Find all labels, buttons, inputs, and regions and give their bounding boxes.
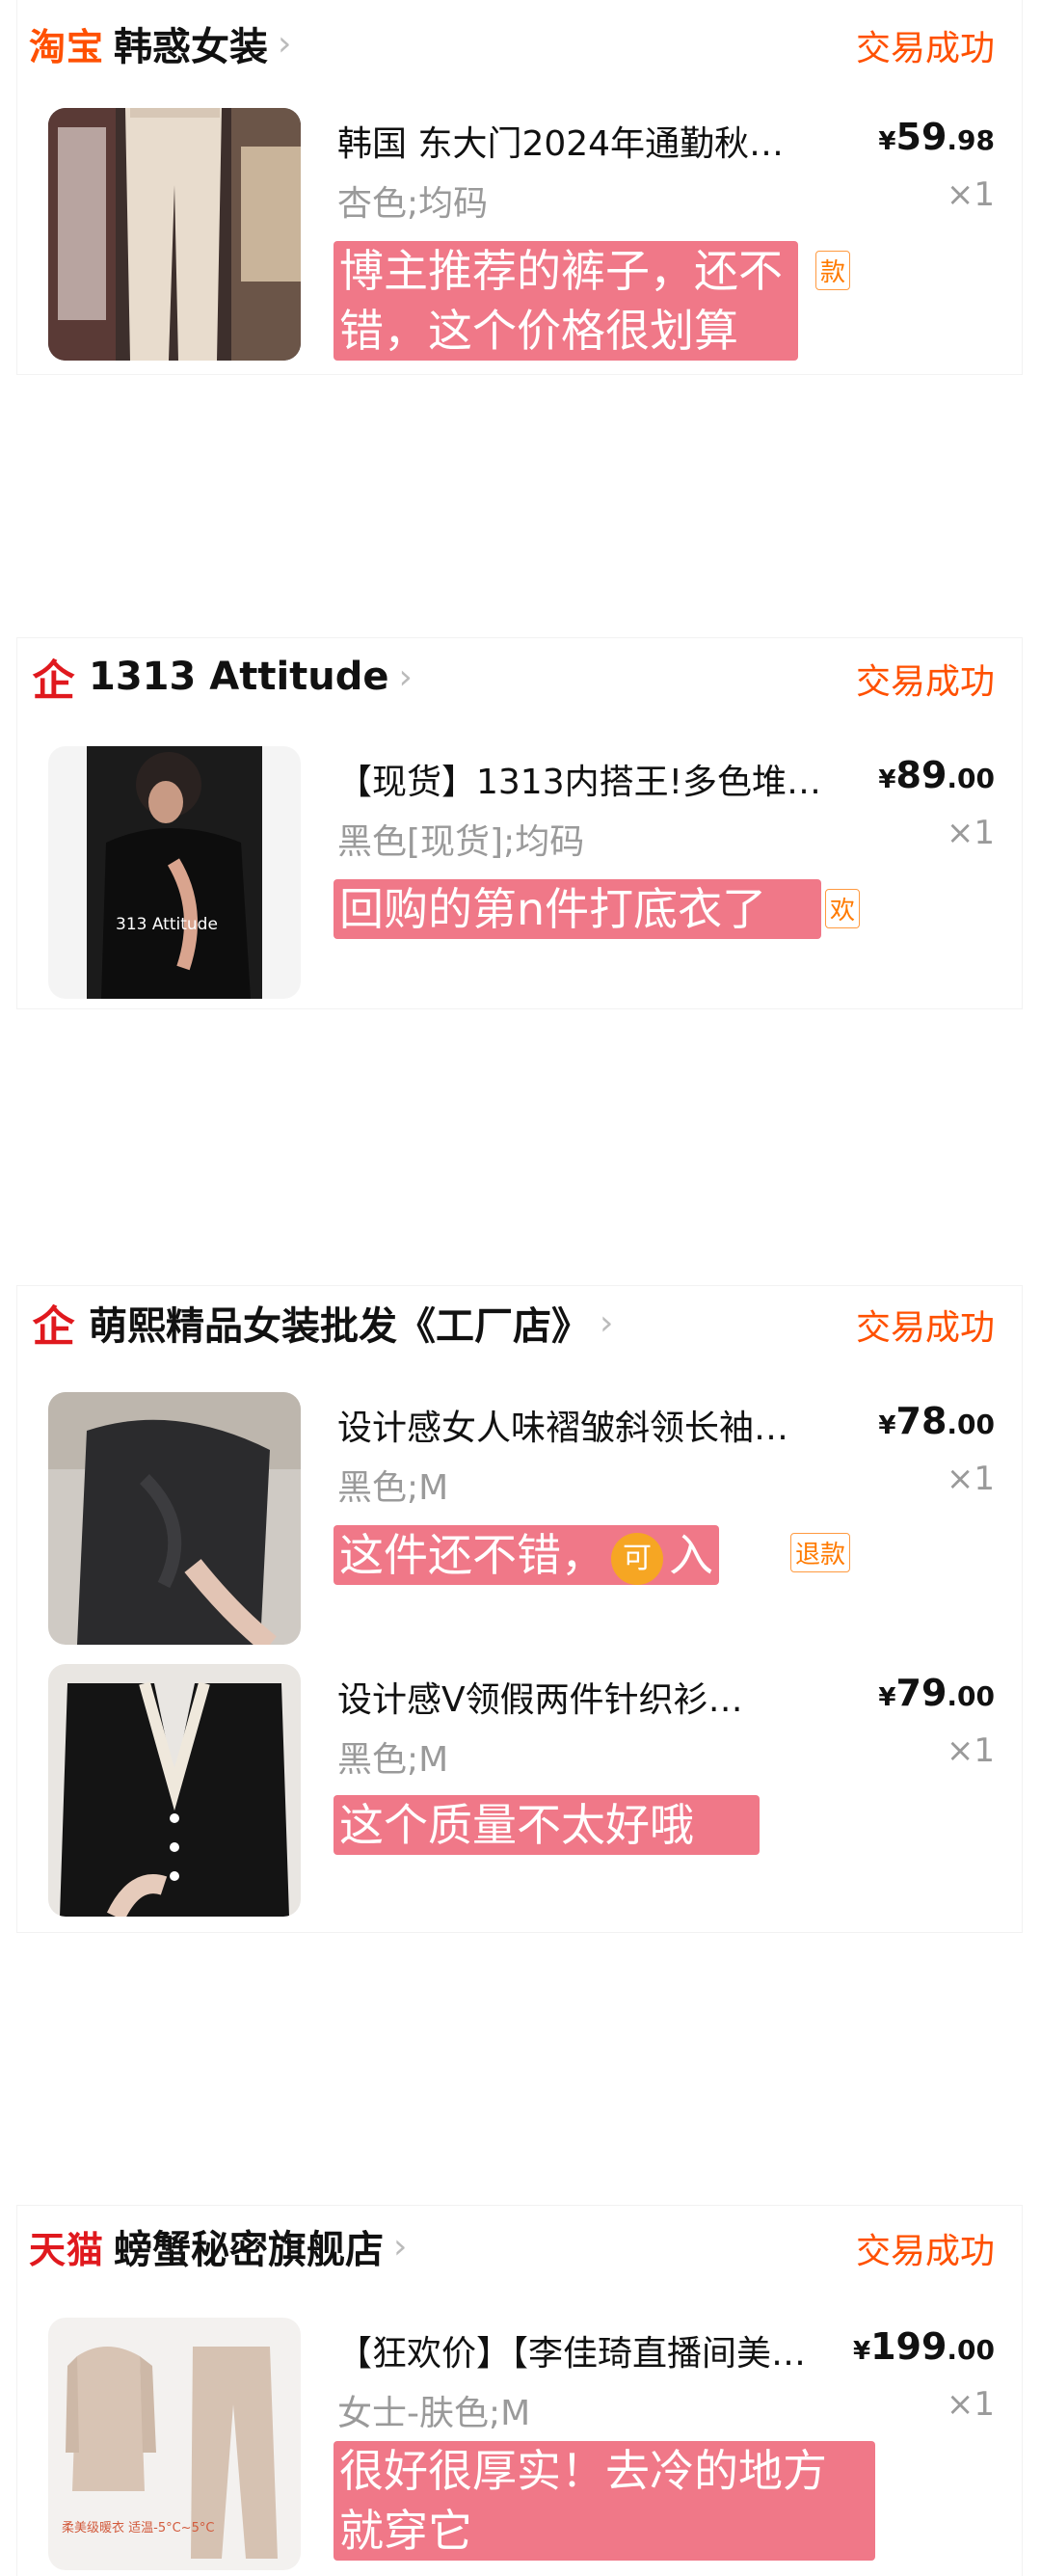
annotation-note: 很好很厚实！去冷的地方 就穿它 xyxy=(334,2441,875,2561)
taobao-logo: 淘宝 xyxy=(29,25,105,68)
order-card: 天猫 螃蟹秘密旗舰店 › 交易成功 柔美级暖衣 适温-5°C~5°C 【狂欢价】… xyxy=(17,2206,1022,2576)
store-name[interactable]: 韩惑女装 xyxy=(114,15,268,71)
product-price: ¥78.00 xyxy=(878,1400,995,1442)
product-thumbnail[interactable] xyxy=(48,108,301,361)
product-title[interactable]: 设计感V领假两件针织衫… xyxy=(337,1672,887,1722)
annotation-note: 博主推荐的裤子，还不 错，这个价格很划算 xyxy=(334,241,798,361)
service-tag[interactable]: 欢 xyxy=(825,889,861,928)
order-card: 企 1313 Attitude › 交易成功 313 Attitude 【现货】… xyxy=(17,638,1022,1008)
order-item[interactable]: 设计感女人味褶皱斜领长袖… ¥78.00 黑色;M ×1 退款 这件还不错，可入 xyxy=(48,1392,995,1645)
product-title[interactable]: 【现货】1313内搭王!多色堆… xyxy=(337,754,887,804)
chevron-right-icon[interactable]: › xyxy=(600,1303,613,1343)
store-header[interactable]: 企 萌熙精品女装批发《工厂店》 › 交易成功 xyxy=(29,1294,996,1352)
order-item[interactable]: 313 Attitude 【现货】1313内搭王!多色堆… ¥89.00 黑色[… xyxy=(48,746,995,999)
service-tag[interactable]: 款 xyxy=(815,251,851,290)
product-quantity: ×1 xyxy=(946,814,995,852)
product-spec: 黑色;M xyxy=(337,1468,449,1508)
product-price: ¥79.00 xyxy=(878,1672,995,1714)
thumbnail-watermark: 313 Attitude xyxy=(116,915,218,934)
order-status: 交易成功 xyxy=(855,2232,995,2271)
store-name[interactable]: 螃蟹秘密旗舰店 xyxy=(114,2218,384,2274)
product-spec: 黑色;M xyxy=(337,1740,449,1780)
product-thumbnail[interactable] xyxy=(48,1664,301,1917)
product-thumbnail[interactable]: 柔美级暖衣 适温-5°C~5°C xyxy=(48,2318,301,2570)
product-thumbnail[interactable] xyxy=(48,1392,301,1645)
smile-face-icon: 可 xyxy=(611,1532,663,1585)
chevron-right-icon[interactable]: › xyxy=(393,2227,407,2267)
tmall-logo: 天猫 xyxy=(29,2228,105,2271)
order-card: 淘宝 韩惑女装 › 交易成功 韩国 东大门2024年通勤秋… ¥59.98 杏色… xyxy=(17,0,1022,374)
order-status: 交易成功 xyxy=(855,662,995,702)
product-title[interactable]: 设计感女人味褶皱斜领长袖… xyxy=(337,1400,887,1450)
service-tag[interactable]: 退款 xyxy=(790,1533,851,1572)
product-price: ¥59.98 xyxy=(878,116,995,158)
store-name[interactable]: 萌熙精品女装批发《工厂店》 xyxy=(89,1295,590,1351)
store-header[interactable]: 企 1313 Attitude › 交易成功 xyxy=(29,648,996,706)
annotation-note: 这件还不错，可入 xyxy=(334,1525,719,1585)
store-header[interactable]: 天猫 螃蟹秘密旗舰店 › 交易成功 xyxy=(29,2217,995,2275)
product-thumbnail[interactable]: 313 Attitude xyxy=(48,746,301,999)
product-title[interactable]: 韩国 东大门2024年通勤秋… xyxy=(337,116,887,166)
product-quantity: ×1 xyxy=(946,2385,995,2424)
chevron-right-icon[interactable]: › xyxy=(399,657,413,697)
store-name[interactable]: 1313 Attitude xyxy=(89,655,389,699)
order-item[interactable]: 韩国 东大门2024年通勤秋… ¥59.98 杏色;均码 ×1 款 博主推荐的裤… xyxy=(48,108,995,361)
product-spec: 黑色[现货];均码 xyxy=(337,822,585,862)
qi-store-icon: 企 xyxy=(32,657,76,706)
store-header[interactable]: 淘宝 韩惑女装 › 交易成功 xyxy=(29,14,995,72)
chevron-right-icon[interactable]: › xyxy=(278,24,291,64)
order-status: 交易成功 xyxy=(855,29,995,68)
annotation-note: 这个质量不太好哦 xyxy=(334,1795,760,1855)
order-item[interactable]: 柔美级暖衣 适温-5°C~5°C 【狂欢价】【李佳琦直播间美… ¥199.00 … xyxy=(48,2318,995,2570)
product-spec: 杏色;均码 xyxy=(337,184,489,224)
product-spec: 女士-肤色;M xyxy=(337,2394,531,2433)
product-quantity: ×1 xyxy=(946,1460,995,1498)
thumbnail-caption: 柔美级暖衣 适温-5°C~5°C xyxy=(62,2520,214,2536)
order-status: 交易成功 xyxy=(855,1308,995,1348)
order-card: 企 萌熙精品女装批发《工厂店》 › 交易成功 设计感女人味褶皱斜领长袖… ¥78… xyxy=(17,1286,1022,1932)
annotation-note: 回购的第n件打底衣了 xyxy=(334,879,821,939)
qi-store-icon: 企 xyxy=(32,1302,76,1352)
order-item[interactable]: 设计感V领假两件针织衫… ¥79.00 黑色;M ×1 这个质量不太好哦 xyxy=(48,1664,995,1917)
product-title[interactable]: 【狂欢价】【李佳琦直播间美… xyxy=(337,2325,858,2375)
product-quantity: ×1 xyxy=(946,175,995,214)
product-price: ¥199.00 xyxy=(852,2325,995,2368)
product-quantity: ×1 xyxy=(946,1731,995,1770)
product-price: ¥89.00 xyxy=(878,754,995,796)
